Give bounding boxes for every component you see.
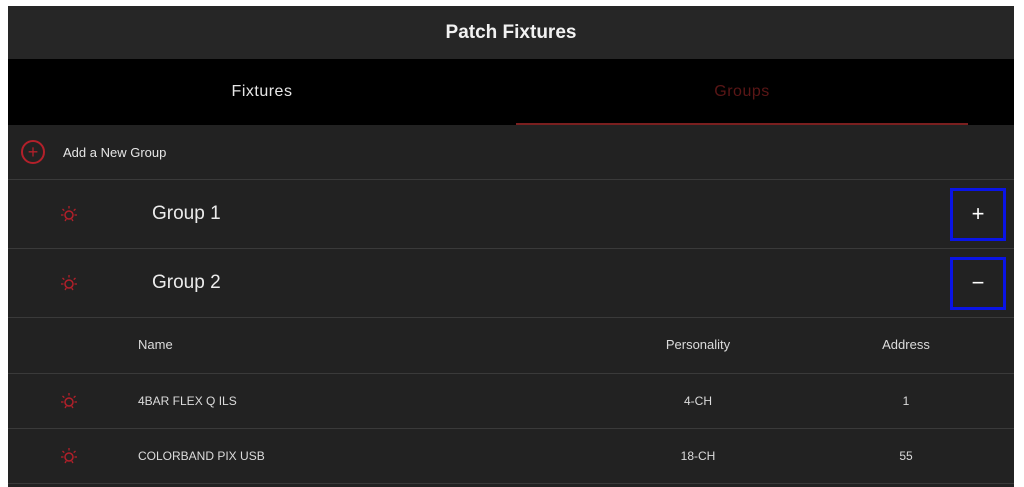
- column-header-address: Address: [882, 337, 930, 352]
- add-group-label[interactable]: Add a New Group: [63, 145, 166, 160]
- group-name: Group 2: [152, 272, 221, 293]
- table-row[interactable]: COLORBAND PIX USB 18-CH 55: [8, 429, 1014, 484]
- group-row[interactable]: Group 1 +: [8, 180, 1014, 249]
- table-header: Name Personality Address: [8, 318, 1014, 374]
- light-bulb-icon: [61, 448, 77, 464]
- collapse-group-button[interactable]: −: [950, 256, 1006, 310]
- light-bulb-icon: [61, 393, 77, 409]
- expand-group-button[interactable]: +: [950, 187, 1006, 241]
- fixture-address: 1: [902, 394, 910, 408]
- add-group-row[interactable]: + Add a New Group: [8, 125, 1014, 180]
- light-bulb-icon: [61, 275, 77, 291]
- fixture-name: COLORBAND PIX USB: [138, 449, 265, 463]
- light-bulb-icon: [61, 206, 77, 222]
- tab-fixtures[interactable]: Fixtures: [8, 59, 516, 125]
- group-row[interactable]: Group 2 −: [8, 249, 1014, 318]
- fixture-name: 4BAR FLEX Q ILS: [138, 394, 237, 408]
- fixture-address: 55: [899, 449, 913, 463]
- plus-circle-icon[interactable]: +: [21, 140, 45, 164]
- column-header-personality: Personality: [665, 337, 731, 352]
- table-row[interactable]: 4BAR FLEX Q ILS 4-CH 1: [8, 374, 1014, 429]
- patch-fixtures-window: Patch Fixtures Fixtures Groups + Add a N…: [8, 6, 1014, 487]
- group-name: Group 1: [152, 203, 221, 224]
- fixture-personality: 4-CH: [683, 394, 712, 408]
- fixture-personality: 18-CH: [680, 449, 716, 463]
- page-title: Patch Fixtures: [8, 6, 1014, 59]
- tab-bar: Fixtures Groups: [8, 59, 1014, 125]
- tab-groups[interactable]: Groups: [516, 59, 968, 125]
- column-header-name: Name: [138, 337, 173, 352]
